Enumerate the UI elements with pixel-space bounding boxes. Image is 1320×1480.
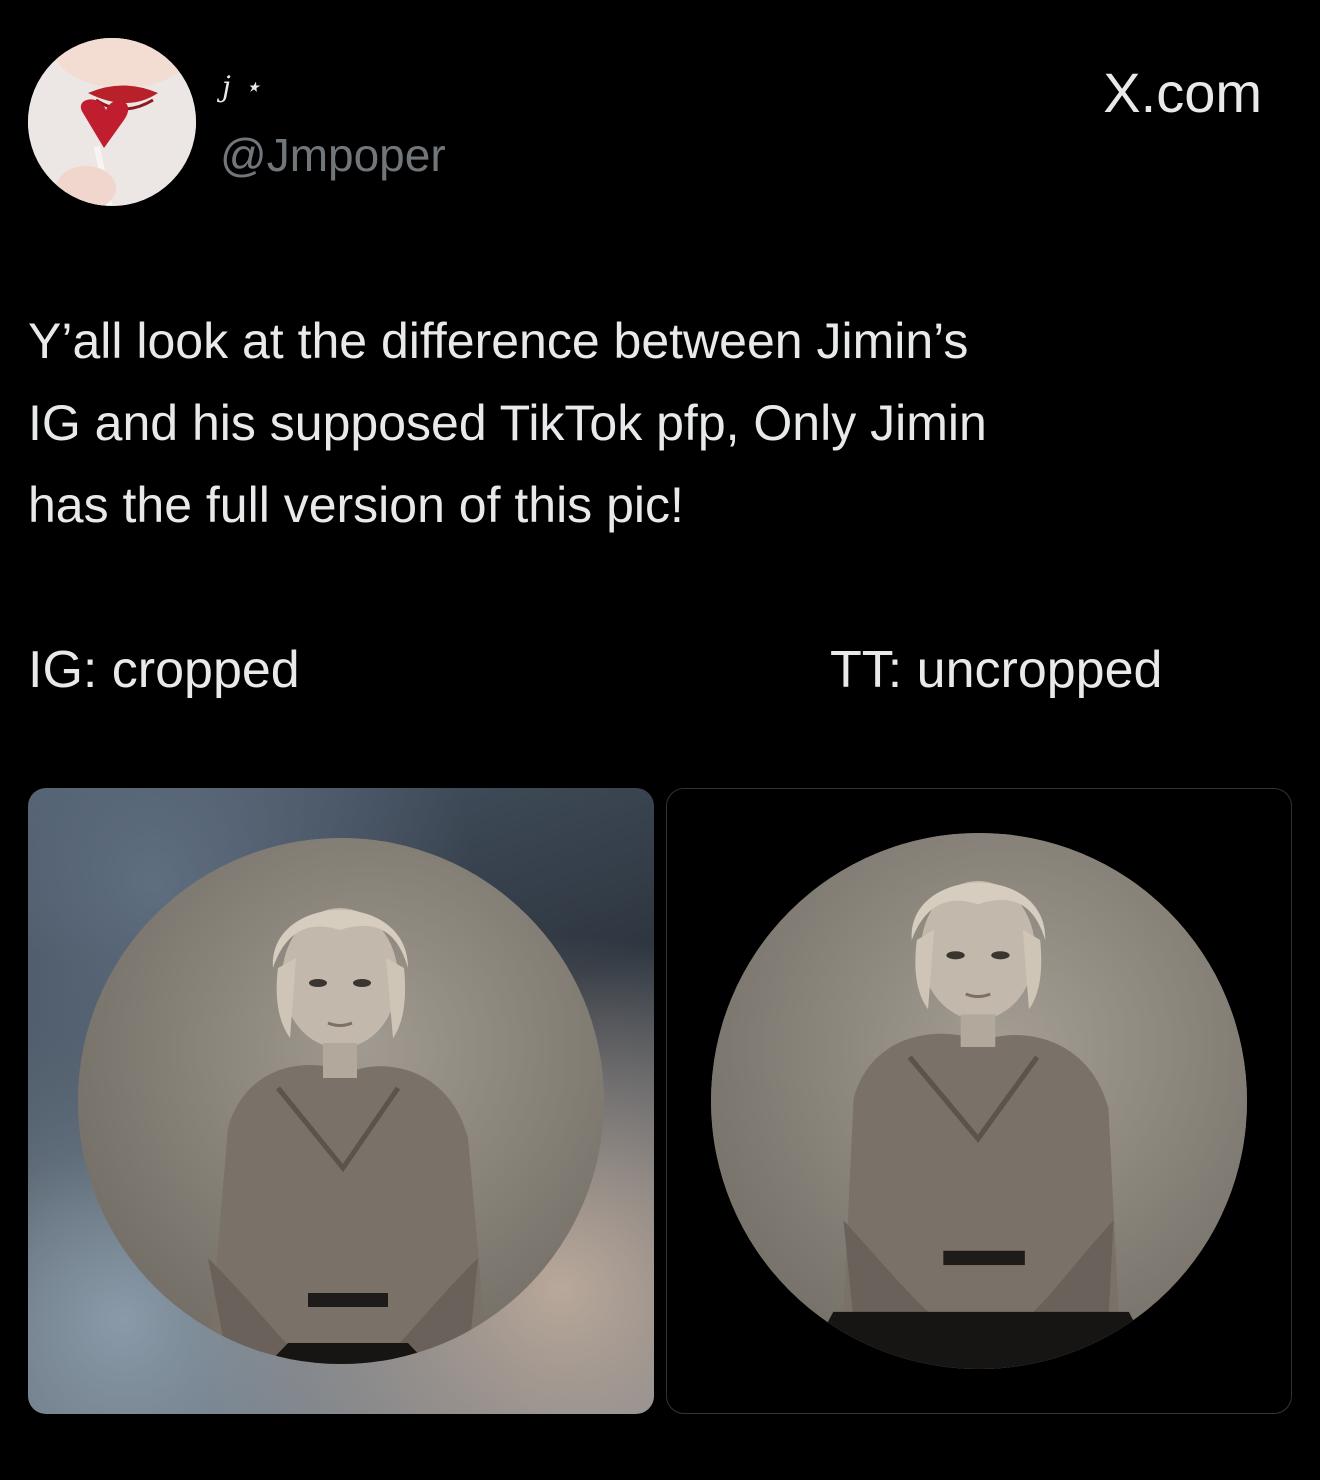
author-avatar[interactable] [28, 38, 196, 206]
tweet-text: Y’all look at the difference between Jim… [28, 313, 987, 533]
brand-label: X.com [1103, 61, 1262, 124]
caption-tt: TT: uncropped [830, 641, 1163, 699]
author-handle[interactable]: @Jmpoper [220, 128, 446, 182]
tt-profile-photo [711, 833, 1247, 1369]
portrait-photo-icon [711, 833, 1247, 1369]
profile-avatar-icon [28, 38, 196, 206]
caption-ig: IG: cropped [28, 641, 300, 699]
portrait-photo-icon [78, 838, 604, 1364]
author-display-name[interactable]: j ⋆ [222, 70, 263, 103]
ig-screenshot-image[interactable] [28, 788, 654, 1414]
brand-watermark: X.com [1103, 60, 1262, 125]
tt-screenshot-image[interactable] [666, 788, 1292, 1414]
ig-profile-photo [78, 838, 604, 1364]
